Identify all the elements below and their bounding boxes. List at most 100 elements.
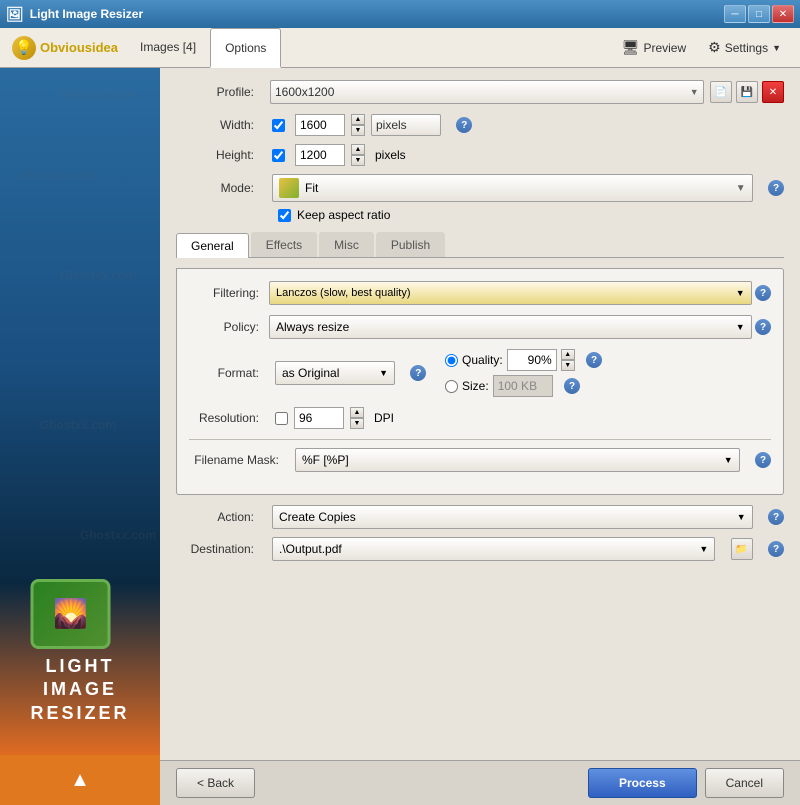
watermark-1: Ghostxx.com [60,88,136,102]
filename-mask-help-icon[interactable]: ? [755,452,771,468]
mode-help-icon[interactable]: ? [768,180,784,196]
save-profile-button[interactable]: 💾 [736,81,758,103]
preview-button[interactable]: 🖥 Preview [615,35,693,60]
bottom-bar: < Back Process Cancel [160,760,800,805]
policy-row: Policy: Always resize ▼ ? [189,315,771,339]
filtering-value: Lanczos (slow, best quality) [276,287,411,299]
action-label: Action: [176,510,266,524]
policy-arrow-icon: ▼ [736,322,745,332]
format-row: Format: as Original ▼ ? Quality: 90% [189,349,771,397]
format-dropdown[interactable]: as Original ▼ [275,361,395,385]
minimize-button[interactable]: ─ [724,5,746,23]
destination-row: Destination: .\Output.pdf ▼ 📁 ? [176,537,784,561]
mode-row: Mode: Fit ▼ ? [176,174,784,202]
sidebar: Ghostxx.com Ghostxx.com Ghostxx.com Ghos… [0,68,160,805]
width-up-button[interactable]: ▲ [351,114,365,125]
filtering-dropdown[interactable]: Lanczos (slow, best quality) ▼ [269,281,752,305]
quality-size-group: Quality: 90% ▲ ▼ ? Size: [445,349,602,397]
menu-right: 🖥 Preview ⚙ Settings ▼ [607,28,796,67]
filtering-label: Filtering: [189,286,269,300]
height-checkbox[interactable] [272,149,285,162]
resolution-up-button[interactable]: ▲ [350,407,364,418]
destination-label: Destination: [176,542,266,556]
resolution-input[interactable]: 96 [294,407,344,429]
keep-aspect-checkbox[interactable] [278,209,291,222]
destination-browse-button[interactable]: 📁 [731,538,753,560]
width-unit-select[interactable]: pixels percent cm inches [371,114,441,136]
format-help-icon[interactable]: ? [410,365,426,381]
height-label: Height: [176,148,266,162]
filtering-help-icon[interactable]: ? [755,285,771,301]
main-layout: Ghostxx.com Ghostxx.com Ghostxx.com Ghos… [0,68,800,805]
quality-down-button[interactable]: ▼ [561,360,575,371]
profile-select[interactable]: 1600x1200 [270,80,704,104]
tab-images[interactable]: Images [4] [126,28,210,67]
height-spinners: ▲ ▼ [351,144,365,166]
logo-icon: 💡 [12,36,36,60]
title-bar: 🖼 Light Image Resizer ─ □ ✕ [0,0,800,28]
resolution-down-button[interactable]: ▼ [350,418,364,429]
sidebar-logo: 🌄 LIGHT IMAGE RESIZER [30,579,129,725]
settings-button[interactable]: ⚙ Settings ▼ [701,35,788,60]
back-button[interactable]: < Back [176,768,255,798]
tab-general[interactable]: General [176,233,249,258]
filename-mask-dropdown[interactable]: %F [%P] ▼ [295,448,740,472]
height-up-button[interactable]: ▲ [351,144,365,155]
sidebar-logo-image: 🌄 [30,579,110,649]
destination-value: .\Output.pdf [279,542,342,556]
size-radio[interactable] [445,380,458,393]
size-help-icon[interactable]: ? [564,378,580,394]
resolution-spinners: ▲ ▼ [350,407,364,429]
tab-effects[interactable]: Effects [251,232,317,257]
destination-dropdown[interactable]: .\Output.pdf ▼ [272,537,715,561]
action-dropdown[interactable]: Create Copies ▼ [272,505,753,529]
cancel-button[interactable]: Cancel [705,768,784,798]
destination-help-icon[interactable]: ? [768,541,784,557]
tab-misc[interactable]: Misc [319,232,374,257]
app-icon: 🖼 [6,6,24,23]
options-content: Profile: 1600x1200 ▼ 📄 💾 ✕ Width: 1600 ▲… [160,68,800,760]
width-checkbox[interactable] [272,119,285,132]
filename-mask-value: %F [%P] [302,453,349,467]
tabs-bar: General Effects Misc Publish [176,232,784,258]
destination-arrow-icon: ▼ [699,544,708,554]
format-arrow-icon: ▼ [379,368,388,378]
filtering-arrow-icon: ▼ [736,288,745,298]
height-down-button[interactable]: ▼ [351,155,365,166]
watermark-4: Ghostxx.com [40,418,116,432]
action-arrow-icon: ▼ [737,512,746,522]
content-area: Profile: 1600x1200 ▼ 📄 💾 ✕ Width: 1600 ▲… [160,68,800,805]
width-input[interactable]: 1600 [295,114,345,136]
delete-profile-button[interactable]: ✕ [762,81,784,103]
settings-arrow: ▼ [772,43,781,53]
maximize-button[interactable]: □ [748,5,770,23]
sidebar-bottom: ▲ [0,755,160,805]
quality-radio[interactable] [445,354,458,367]
mode-arrow-icon: ▼ [736,183,746,194]
resolution-label: Resolution: [189,411,269,425]
tab-publish[interactable]: Publish [376,232,445,257]
height-input[interactable]: 1200 [295,144,345,166]
policy-label: Policy: [189,320,269,334]
policy-help-icon[interactable]: ? [755,319,771,335]
mode-dropdown[interactable]: Fit ▼ [272,174,753,202]
quality-up-button[interactable]: ▲ [561,349,575,360]
tab-options[interactable]: Options [210,28,281,68]
keep-aspect-row: Keep aspect ratio [176,208,784,222]
policy-dropdown[interactable]: Always resize ▼ [269,315,752,339]
size-row: Size: 100 KB ? [445,375,602,397]
new-profile-button[interactable]: 📄 [710,81,732,103]
quality-spinners: ▲ ▼ [561,349,575,371]
width-down-button[interactable]: ▼ [351,125,365,136]
quality-input[interactable]: 90% [507,349,557,371]
action-help-icon[interactable]: ? [768,509,784,525]
close-button[interactable]: ✕ [772,5,794,23]
quality-help-icon[interactable]: ? [586,352,602,368]
process-button[interactable]: Process [588,768,697,798]
policy-value: Always resize [276,320,349,334]
resolution-checkbox[interactable] [275,412,288,425]
width-label: Width: [176,118,266,132]
title-bar-left: 🖼 Light Image Resizer [6,6,143,23]
size-input[interactable]: 100 KB [493,375,553,397]
width-help-icon[interactable]: ? [456,117,472,133]
